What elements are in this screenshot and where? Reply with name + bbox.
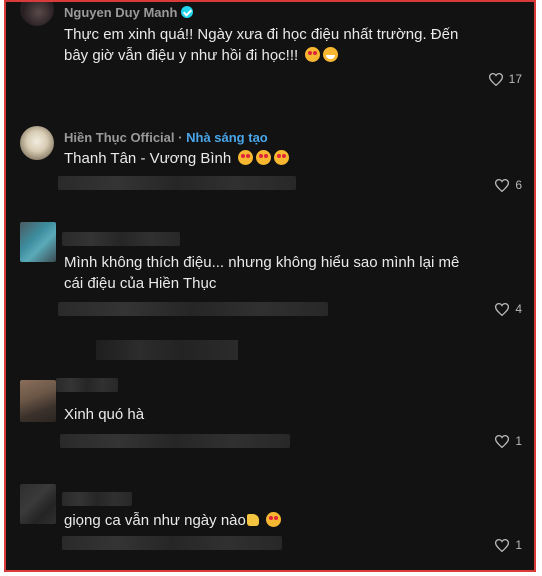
like-count: 17	[508, 72, 522, 86]
avatar[interactable]	[20, 380, 56, 422]
comment-meta	[58, 176, 296, 190]
comment-text: giọng ca vẫn như ngày nào	[64, 510, 484, 531]
heart-icon	[495, 178, 510, 192]
author-name[interactable]	[62, 232, 180, 246]
separator: ·	[178, 130, 183, 145]
like-count: 1	[515, 538, 522, 552]
creator-badge: Nhà sáng tạo	[186, 130, 268, 145]
comment-text: Thanh Tân - Vương Bình	[64, 148, 484, 169]
smiling-face-with-heart-eyes-icon	[238, 150, 254, 165]
like-button[interactable]: 1	[495, 538, 522, 552]
comment-item: Xinh quó hà 1	[6, 372, 534, 476]
avatar[interactable]	[20, 126, 54, 160]
comment-author[interactable]: Hiền Thục Official · Nhà sáng tạo	[64, 130, 268, 145]
comment-text-line: giọng ca vẫn như ngày nào	[64, 512, 246, 529]
grinning-face-icon	[323, 47, 339, 62]
like-button[interactable]: 4	[495, 302, 522, 316]
heart-icon	[495, 302, 510, 316]
avatar[interactable]	[20, 2, 54, 26]
like-button[interactable]: 6	[495, 178, 522, 192]
like-count: 6	[515, 178, 522, 192]
comment-text-line: bây giờ vẫn điệu y như hồi đi học!!!	[64, 47, 299, 64]
heart-icon	[488, 72, 503, 86]
comment-text-line: Mình không thích điệu... nhưng không hiể…	[64, 254, 460, 271]
view-replies[interactable]	[96, 340, 238, 360]
comment-text-line: cái điệu của Hiền Thục	[64, 275, 217, 292]
author-name[interactable]	[62, 492, 132, 506]
heart-icon	[495, 538, 510, 552]
like-count: 1	[515, 434, 522, 448]
smiling-face-with-heart-eyes-icon	[256, 150, 272, 165]
smiling-face-with-heart-eyes-icon	[266, 512, 282, 527]
smiling-face-with-heart-eyes-icon	[274, 150, 290, 165]
avatar[interactable]	[20, 484, 56, 524]
verified-badge-icon	[181, 6, 194, 18]
comment-text: Xinh quó hà	[64, 404, 484, 425]
thumbs-up-icon	[246, 514, 259, 526]
author-name[interactable]: Nguyen Duy Manh	[64, 5, 177, 20]
comment-text-line: Xinh quó hà	[64, 406, 145, 423]
comment-meta	[58, 302, 328, 316]
heart-icon	[495, 434, 510, 448]
comment-item: Nguyen Duy Manh Thực em xinh quá!! Ngày …	[6, 2, 534, 120]
avatar[interactable]	[20, 222, 56, 262]
like-button[interactable]: 17	[488, 72, 522, 86]
comment-text: Mình không thích điệu... nhưng không hiể…	[64, 252, 484, 294]
author-name[interactable]	[56, 378, 118, 392]
like-count: 4	[515, 302, 522, 316]
like-button[interactable]: 1	[495, 434, 522, 448]
comment-item: Hiền Thục Official · Nhà sáng tạo Thanh …	[6, 120, 534, 216]
author-name[interactable]: Hiền Thục Official	[64, 130, 175, 145]
comment-item: giọng ca vẫn như ngày nào 1	[6, 476, 534, 570]
comment-meta	[60, 434, 290, 448]
comment-text-line: Thực em xinh quá!! Ngày xưa đi học điệu …	[64, 26, 459, 43]
comment-text-line: Thanh Tân - Vương Bình	[64, 150, 232, 167]
comment-text: Thực em xinh quá!! Ngày xưa đi học điệu …	[64, 24, 484, 66]
comment-author[interactable]: Nguyen Duy Manh	[64, 5, 194, 20]
comment-item: Mình không thích điệu... nhưng không hiể…	[6, 216, 534, 372]
smiling-face-with-heart-eyes-icon	[305, 47, 321, 62]
comment-panel: Nguyen Duy Manh Thực em xinh quá!! Ngày …	[4, 0, 536, 572]
comment-meta	[62, 536, 282, 550]
